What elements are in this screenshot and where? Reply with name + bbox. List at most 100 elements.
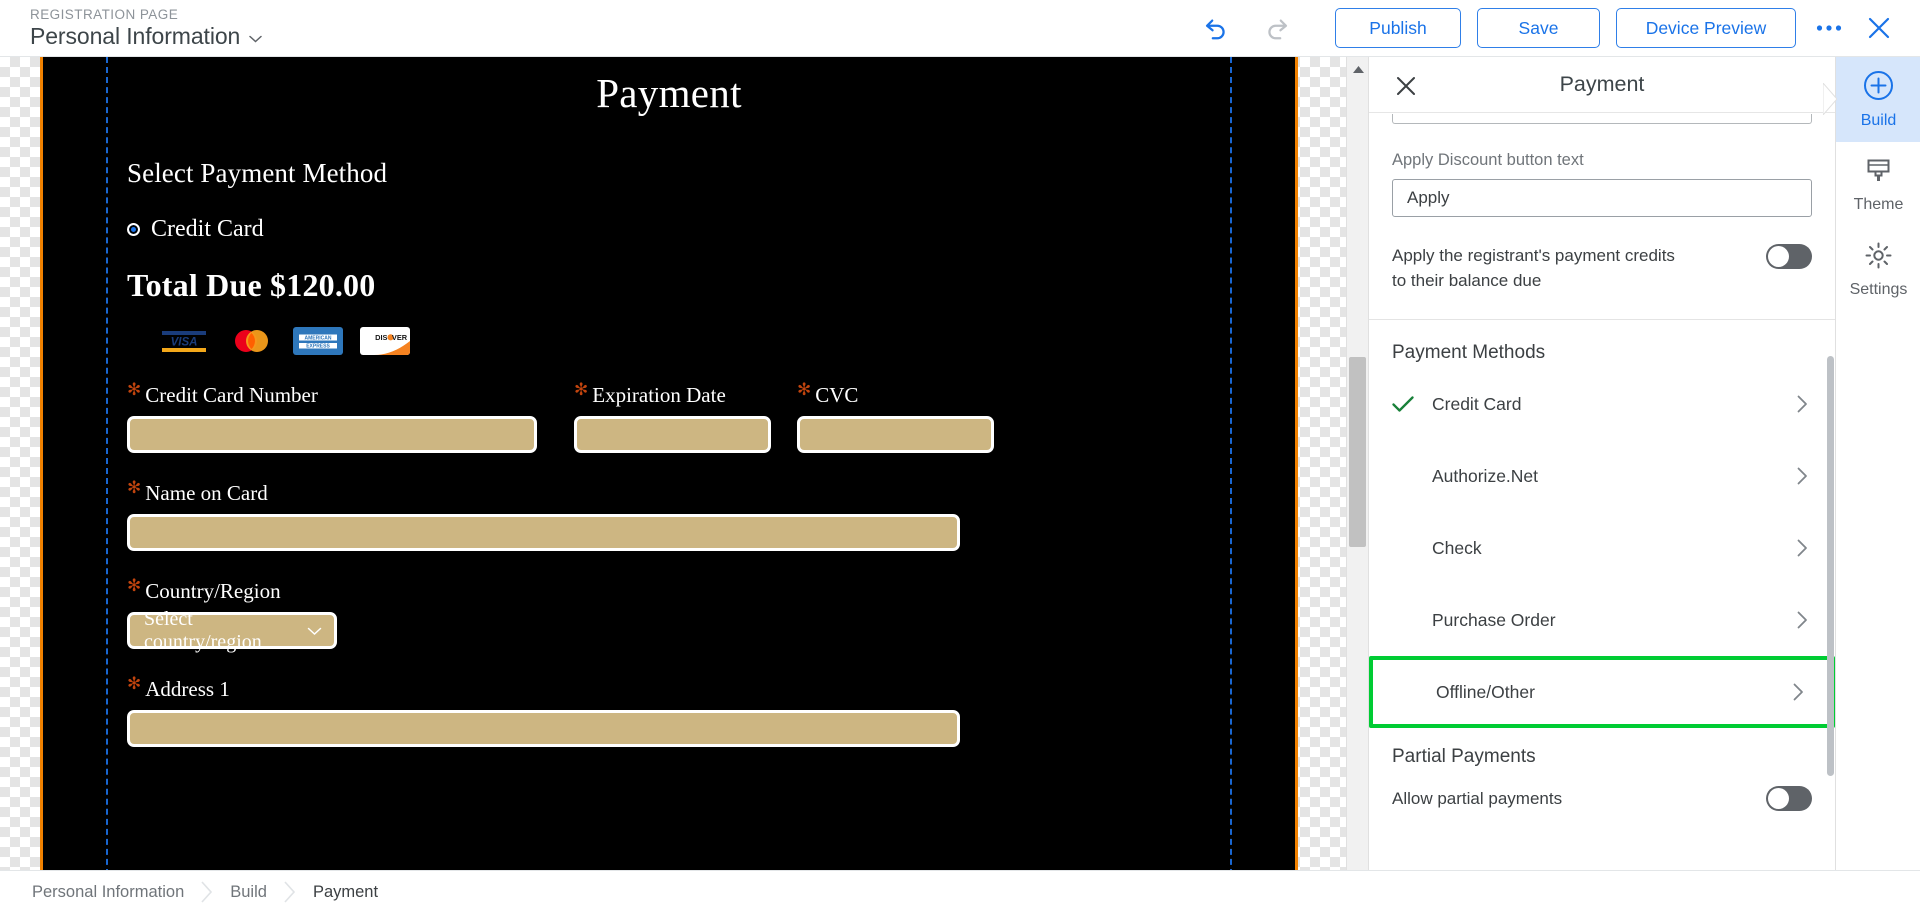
field-label: ✻ Expiration Date (574, 380, 771, 408)
rail-item-build[interactable]: Build (1836, 57, 1920, 142)
page-selector[interactable]: Personal Information (30, 25, 262, 48)
required-asterisk-icon: ✻ (574, 380, 589, 399)
field-label: ✻ Name on Card (127, 478, 960, 506)
rail-item-theme[interactable]: Theme (1836, 142, 1920, 227)
radio-selected-icon (127, 223, 140, 236)
payment-method-radio-credit-card[interactable]: Credit Card (127, 216, 1211, 243)
properties-panel-title: Payment (1559, 72, 1645, 96)
discover-logo: DISC VER (360, 327, 410, 355)
save-button[interactable]: Save (1477, 8, 1600, 48)
toggle-knob (1768, 788, 1789, 810)
field-label: ✻ Country/Region (127, 577, 337, 604)
field-label-text: Address 1 (145, 677, 230, 701)
field-name-on-card: ✻ Name on Card (127, 478, 960, 551)
page-kicker: REGISTRATION PAGE (30, 6, 179, 22)
rail-item-label: Theme (1853, 195, 1904, 213)
payment-method-name: Purchase Order (1432, 609, 1556, 630)
name-on-card-input[interactable] (127, 514, 960, 551)
payment-method-name: Credit Card (1432, 393, 1522, 414)
field-label-text: CVC (815, 383, 859, 407)
breadcrumb-item-build[interactable]: Build (220, 883, 277, 902)
country-region-row: ✻ Country/Region Select country/region (127, 577, 1211, 653)
top-toolbar: REGISTRATION PAGE Personal Information P… (0, 0, 1920, 57)
undo-icon[interactable] (1195, 7, 1237, 49)
field-label-text: Credit Card Number (145, 383, 318, 407)
breadcrumb: Personal Information Build Payment (0, 870, 1920, 913)
required-asterisk-icon: ✻ (127, 478, 142, 497)
page-canvas[interactable]: Payment Select Payment Method Credit Car… (40, 57, 1298, 895)
canvas-scrollbar-thumb[interactable] (1349, 357, 1366, 547)
allow-partial-payments-toggle[interactable] (1766, 786, 1812, 812)
rail-item-settings[interactable]: Settings (1836, 227, 1920, 312)
check-icon (1392, 396, 1432, 413)
scroll-up-icon[interactable] (1347, 59, 1368, 79)
plus-circle-icon (1863, 70, 1894, 106)
country-region-select[interactable]: Select country/region (127, 608, 337, 653)
svg-text:EXPRESS: EXPRESS (306, 344, 330, 350)
field-label: ✻ Credit Card Number (127, 380, 537, 408)
apply-discount-section: Apply Discount button text Apply Apply t… (1369, 151, 1835, 293)
payment-section-preview: Payment Select Payment Method Credit Car… (43, 57, 1295, 895)
payment-credits-setting: Apply the registrant's payment credits t… (1392, 244, 1812, 293)
payment-credits-toggle[interactable] (1766, 244, 1812, 269)
amex-logo: AMERICAN EXPRESS (293, 327, 343, 355)
rail-item-label: Settings (1849, 280, 1908, 298)
allow-partial-payments-setting: Allow partial payments (1369, 772, 1835, 812)
properties-scrollbar-thumb[interactable] (1827, 356, 1834, 776)
apply-discount-input[interactable]: Apply (1392, 179, 1812, 217)
redo-icon[interactable] (1255, 7, 1297, 49)
chevron-right-icon (1792, 467, 1812, 485)
payment-method-row-check[interactable]: Check (1369, 512, 1835, 584)
close-icon[interactable] (1852, 6, 1906, 50)
field-cvc: ✻ CVC (797, 381, 994, 453)
expiration-date-input[interactable] (574, 416, 771, 453)
payment-method-name: Authorize.Net (1432, 465, 1539, 486)
allow-partial-payments-label: Allow partial payments (1392, 788, 1563, 808)
properties-panel: Payment Apply Discount button text Apply… (1368, 57, 1835, 895)
chevron-right-icon (1788, 683, 1808, 701)
panel-collapse-arrow-icon[interactable] (1823, 83, 1837, 115)
apply-discount-value: Apply (1407, 188, 1450, 207)
field-label-text: Name on Card (145, 481, 268, 505)
address-1-input[interactable] (127, 710, 960, 747)
card-fields-row: ✻ Credit Card Number ✻ Expiration Date ✻… (127, 380, 1211, 453)
close-icon[interactable] (1391, 71, 1421, 101)
chevron-right-icon (1792, 539, 1812, 557)
payment-method-row-purchase-order[interactable]: Purchase Order (1369, 584, 1835, 656)
scrolled-input-partial (1392, 114, 1812, 124)
payment-method-row-authorize-net[interactable]: Authorize.Net (1369, 440, 1835, 512)
required-asterisk-icon: ✻ (127, 674, 142, 693)
field-label-text: Country/Region (145, 579, 281, 603)
canvas-scrollbar[interactable] (1346, 57, 1368, 895)
total-due-amount: Total Due $120.00 (127, 267, 376, 303)
main-area: Payment Select Payment Method Credit Car… (0, 57, 1920, 895)
chevron-right-icon (1792, 611, 1812, 629)
more-options-icon[interactable] (1806, 6, 1852, 50)
chevron-right-icon (1792, 395, 1812, 413)
payment-method-name: Check (1432, 537, 1482, 558)
svg-text:AMERICAN: AMERICAN (305, 336, 332, 342)
toggle-knob (1768, 246, 1789, 267)
svg-text:VER: VER (392, 333, 408, 342)
properties-panel-header: Payment (1369, 57, 1835, 113)
select-payment-method-label: Select Payment Method (127, 158, 388, 188)
svg-text:VISA: VISA (171, 337, 198, 349)
field-label-text: Expiration Date (592, 383, 726, 407)
payment-method-name: Offline/Other (1436, 681, 1535, 702)
properties-scrollbar[interactable] (1826, 114, 1835, 895)
device-preview-button[interactable]: Device Preview (1616, 8, 1796, 48)
credit-card-number-input[interactable] (127, 416, 537, 453)
breadcrumb-item-payment: Payment (312, 882, 379, 901)
address1-row: ✻ Address 1 (127, 674, 1211, 747)
required-asterisk-icon: ✻ (127, 380, 142, 399)
payment-method-row-offline-other[interactable]: Offline/Other (1369, 656, 1835, 729)
properties-panel-body: Apply Discount button text Apply Apply t… (1369, 114, 1835, 895)
chevron-down-icon (307, 619, 322, 642)
publish-button[interactable]: Publish (1335, 8, 1461, 48)
field-expiration-date: ✻ Expiration Date (574, 380, 771, 453)
cvc-input[interactable] (797, 416, 994, 453)
breadcrumb-item-personal-information[interactable]: Personal Information (22, 883, 194, 902)
breadcrumb-separator-icon (277, 881, 303, 903)
undo-redo-group (1195, 7, 1297, 49)
payment-method-row-credit-card[interactable]: Credit Card (1369, 368, 1835, 440)
